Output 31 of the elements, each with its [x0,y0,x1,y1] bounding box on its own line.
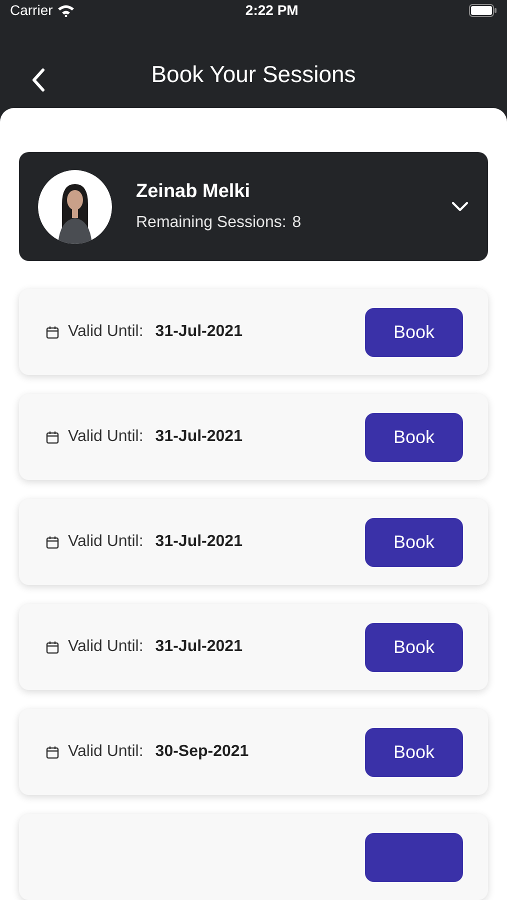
battery-icon [468,4,497,17]
valid-until-date: 31-Jul-2021 [155,637,242,657]
calendar-icon [46,430,59,444]
carrier-label: Carrier [10,1,53,20]
sessions-count: 8 [292,212,302,233]
chevron-icon [451,201,469,212]
valid-until-date: 31-Jul-2021 [155,322,242,342]
status-time: 2:22 PM [245,1,298,20]
valid-until-label: Valid Until: [68,637,144,657]
trainer-name: Zeinab Melki [136,180,252,204]
valid-until-label: Valid Until: [68,427,144,447]
valid-until-label: Valid Until: [68,322,144,342]
book-button[interactable]: Book [365,728,463,776]
calendar-icon [46,326,59,338]
valid-until-label: Valid Until: [68,532,144,552]
page-title: Book Your Sessions [151,60,356,89]
sessions-label: Remaining Sessions: [136,212,286,233]
valid-until-date: 31-Jul-2021 [155,532,242,552]
valid-until-date: 30-Sep-2021 [155,742,249,762]
trainer-card[interactable]: Zeinab Melki Remaining Sessions: 8 [19,152,488,261]
back-icon [31,68,45,92]
calendar-icon [46,536,59,548]
book-button[interactable]: Book [365,412,463,462]
calendar-icon [46,640,59,654]
book-button[interactable]: Book [365,518,463,566]
book-button[interactable]: Book [365,308,463,356]
valid-until-date: 31-Jul-2021 [155,427,242,447]
book-button[interactable]: Book [365,622,463,672]
calendar-icon [46,746,59,758]
wifi-icon [56,4,75,17]
valid-until-label: Valid Until: [68,742,144,762]
